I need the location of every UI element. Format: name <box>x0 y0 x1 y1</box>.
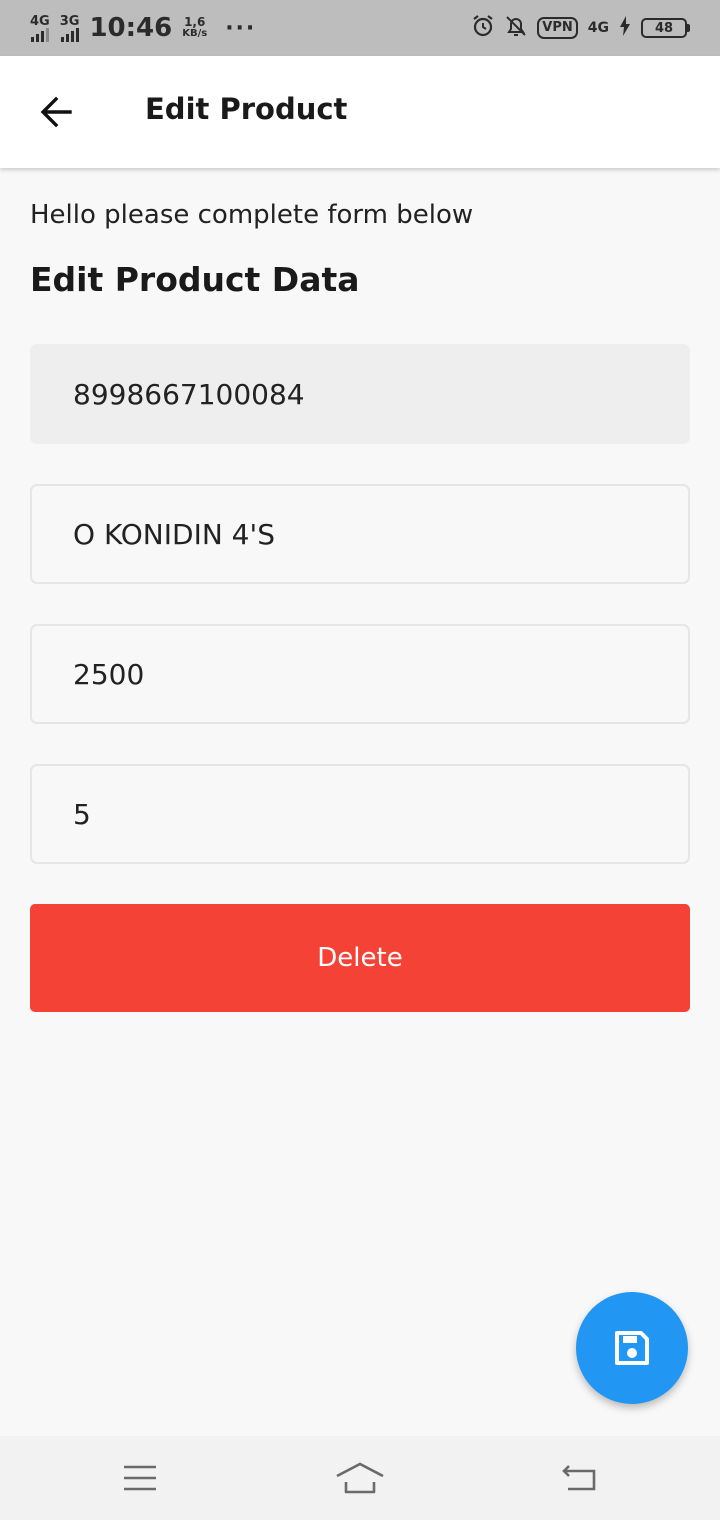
product-name-field[interactable]: O KONIDIN 4'S <box>30 484 690 584</box>
back-icon <box>562 1465 596 1491</box>
nav-menu-button[interactable] <box>115 1454 165 1502</box>
vpn-badge: VPN <box>537 17 578 39</box>
battery-icon: 48 <box>641 18 690 38</box>
app-bar: Edit Product <box>0 56 720 168</box>
intro-text: Hello please complete form below <box>30 200 474 230</box>
nav-home-button[interactable] <box>335 1454 385 1502</box>
charging-icon <box>619 15 631 41</box>
network-type-2: 3G <box>59 13 80 29</box>
more-notifications-icon: ··· <box>225 15 257 41</box>
menu-icon <box>124 1465 156 1491</box>
system-nav-bar <box>0 1436 720 1520</box>
barcode-value: 8998667100084 <box>73 377 305 411</box>
price-field[interactable]: 2500 <box>30 624 690 724</box>
speed-value: 1,6 <box>184 15 206 29</box>
save-button[interactable] <box>576 1292 688 1404</box>
status-bar: 4G 3G 10:46 1,6 KB/s ··· VPN 4G 48 <box>0 0 720 56</box>
price-value: 2500 <box>73 657 145 691</box>
nav-back-button[interactable] <box>555 1454 605 1502</box>
barcode-field[interactable]: 8998667100084 <box>30 344 690 444</box>
delete-button-label: Delete <box>317 943 403 973</box>
stock-value: 5 <box>73 797 91 831</box>
network-speed: 1,6 KB/s <box>182 16 207 40</box>
delete-button[interactable]: Delete <box>30 904 690 1012</box>
signal-3g-icon: 3G <box>59 13 80 42</box>
network-type-1: 4G <box>30 13 50 29</box>
network-type-3: 4G <box>587 20 609 36</box>
status-time: 10:46 <box>89 13 173 43</box>
back-button[interactable] <box>28 84 84 140</box>
alarm-icon <box>471 14 495 42</box>
notifications-off-icon <box>505 14 527 42</box>
stock-field[interactable]: 5 <box>30 764 690 864</box>
page-title: Edit Product <box>145 92 348 126</box>
form-title: Edit Product Data <box>30 260 360 299</box>
battery-level: 48 <box>654 20 674 36</box>
product-name-value: O KONIDIN 4'S <box>73 517 275 551</box>
speed-unit: KB/s <box>182 28 208 39</box>
signal-4g-icon: 4G <box>30 15 50 42</box>
save-icon <box>615 1331 649 1365</box>
arrow-back-icon <box>40 96 72 128</box>
home-icon <box>336 1462 384 1494</box>
